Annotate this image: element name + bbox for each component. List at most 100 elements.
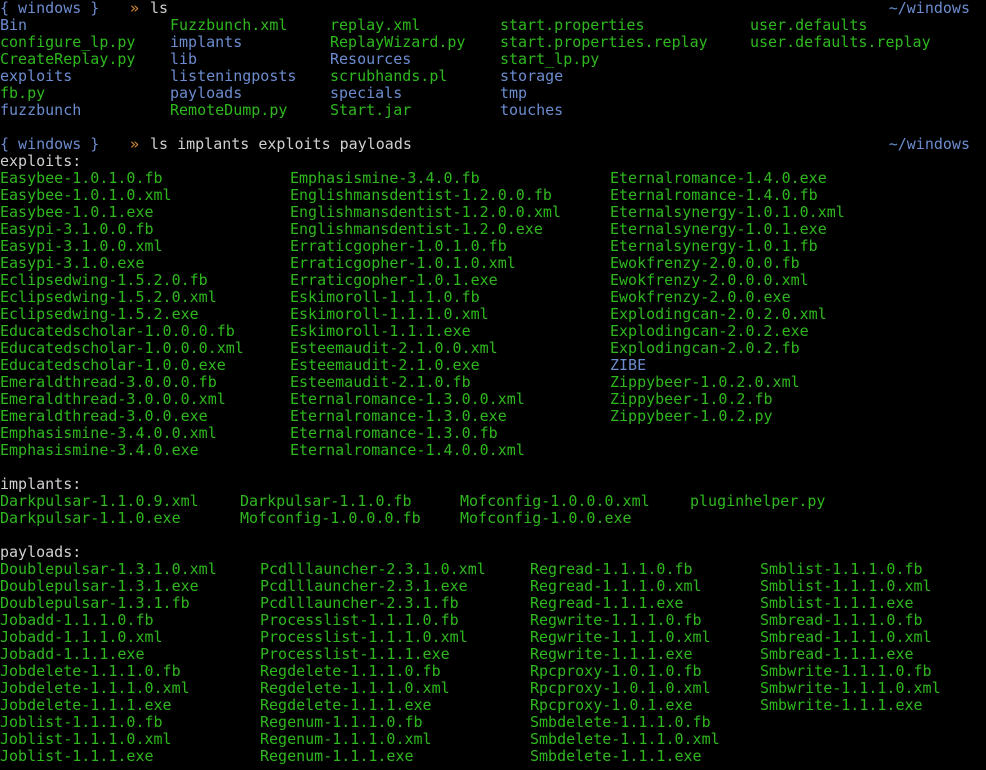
file-entry: Eclipsedwing-1.5.2.exe xyxy=(0,305,199,323)
file-entry: Englishmansdentist-1.2.0.0.xml xyxy=(290,203,561,221)
file-entry: Darkpulsar-1.1.0.exe xyxy=(0,509,181,527)
directory-entry: payloads xyxy=(170,84,243,102)
directory-entry: listeningposts xyxy=(170,67,297,85)
list-row: Joblist-1.1.1.exe Regenum-1.1.1.exe Smbdel… xyxy=(0,748,986,765)
file-entry: Emeraldthread-3.0.0.exe xyxy=(0,407,208,425)
file-entry: start.properties xyxy=(500,16,645,34)
file-entry: Regwrite-1.1.1.0.xml xyxy=(530,628,711,646)
list-row: Doublepulsar-1.3.1.exe Pcdlllauncher-2.3.… xyxy=(0,578,986,595)
list-row: Easypi-3.1.0.0.xml Erraticgopher-1.0.1.0.… xyxy=(0,238,986,255)
prompt-line: { windows } » ls ~/windows xyxy=(0,0,986,17)
file-entry: Smblist-1.1.1.exe xyxy=(760,594,914,612)
list-row: Emeraldthread-3.0.0.exe Eternalromance-1.… xyxy=(0,408,986,425)
file-entry: Educatedscholar-1.0.0.exe xyxy=(0,356,226,374)
directory-entry: ZIBE xyxy=(610,356,647,374)
file-entry: Smbdelete-1.1.1.0.xml xyxy=(530,730,720,748)
file-entry: Fuzzbunch.xml xyxy=(170,16,288,34)
list-row: Easybee-1.0.1.0.fb Emphasismine-3.4.0.fb E… xyxy=(0,170,986,187)
file-entry: Processlist-1.1.1.exe xyxy=(260,645,450,663)
file-entry: Educatedscholar-1.0.0.0.xml xyxy=(0,339,244,357)
list-row: Emphasismine-3.4.0.exe Eternalromance-1.4… xyxy=(0,442,986,459)
file-entry: Englishmansdentist-1.2.0.exe xyxy=(290,220,543,238)
file-entry: Jobdelete-1.1.1.0.xml xyxy=(0,679,190,697)
file-entry: Easybee-1.0.1.exe xyxy=(0,203,154,221)
prompt-arrow: » xyxy=(130,0,140,17)
list-row: Jobdelete-1.1.1.exe Regdelete-1.1.1.exe Rp… xyxy=(0,697,986,714)
file-entry: Erraticgopher-1.0.1.exe xyxy=(290,271,498,289)
file-entry: Jobdelete-1.1.1.exe xyxy=(0,696,172,714)
list-row: configure_lp.py implants ReplayWizard.py st… xyxy=(0,34,986,51)
directory-entry: storage xyxy=(500,67,564,85)
list-row: Darkpulsar-1.1.0.9.xml Darkpulsar-1.1.0.f… xyxy=(0,493,986,510)
file-entry: Zippybeer-1.0.2.py xyxy=(610,407,773,425)
file-entry: Joblist-1.1.1.0.fb xyxy=(0,713,163,731)
file-entry: user.defaults xyxy=(750,16,868,34)
directory-entry: Resources xyxy=(330,50,412,68)
file-entry: Eclipsedwing-1.5.2.0.xml xyxy=(0,288,217,306)
file-entry: start.properties.replay xyxy=(500,33,708,51)
prompt-context: { windows } xyxy=(0,135,100,153)
file-entry: replay.xml xyxy=(330,16,421,34)
file-entry: Pcdlllauncher-2.3.1.0.xml xyxy=(260,560,486,578)
list-row: Educatedscholar-1.0.0.0.xml Esteemaudit-2… xyxy=(0,340,986,357)
file-entry: Rpcproxy-1.0.1.exe xyxy=(530,696,693,714)
list-row: Eclipsedwing-1.5.2.exe Eskimoroll-1.1.1.0… xyxy=(0,306,986,323)
list-row: Eclipsedwing-1.5.2.0.xml Eskimoroll-1.1.1… xyxy=(0,289,986,306)
file-entry: Smbdelete-1.1.1.exe xyxy=(530,747,702,765)
file-entry: Emphasismine-3.4.0.0.xml xyxy=(0,424,217,442)
prompt-line: { windows } » ls implants exploits paylo… xyxy=(0,136,986,153)
file-entry: Regread-1.1.1.0.xml xyxy=(530,577,702,595)
file-entry: Ewokfrenzy-2.0.0.exe xyxy=(610,288,791,306)
file-entry: Smblist-1.1.1.0.xml xyxy=(760,577,932,595)
section-header-implants: implants: xyxy=(0,475,82,493)
file-entry: Rpcproxy-1.0.1.0.fb xyxy=(530,662,702,680)
list-row: Doublepulsar-1.3.1.0.xml Pcdlllauncher-2.… xyxy=(0,561,986,578)
file-entry: Eternalromance-1.3.0.fb xyxy=(290,424,498,442)
command-text: ls implants exploits payloads xyxy=(150,135,412,153)
file-entry: Pcdlllauncher-2.3.1.fb xyxy=(260,594,459,612)
file-entry: Esteemaudit-2.1.0.0.xml xyxy=(290,339,498,357)
file-entry: Jobadd-1.1.1.0.xml xyxy=(0,628,163,646)
file-entry: Joblist-1.1.1.0.xml xyxy=(0,730,172,748)
ls-root-listing: Bin Fuzzbunch.xml replay.xml start.properti… xyxy=(0,17,986,119)
implants-listing: Darkpulsar-1.1.0.9.xml Darkpulsar-1.1.0.f… xyxy=(0,493,986,527)
list-row: Educatedscholar-1.0.0.0.fb Eskimoroll-1.1… xyxy=(0,323,986,340)
directory-entry: lib xyxy=(170,50,198,68)
file-entry: Regread-1.1.1.exe xyxy=(530,594,684,612)
prompt-context: { windows } xyxy=(0,0,100,17)
command-text: ls xyxy=(150,0,169,17)
file-entry: Easypi-3.1.0.0.xml xyxy=(0,237,163,255)
file-entry: Mofconfig-1.0.0.0.fb xyxy=(240,509,421,527)
file-entry: Eternalromance-1.4.0.fb xyxy=(610,186,818,204)
file-entry: Regdelete-1.1.1.exe xyxy=(260,696,432,714)
file-entry: Doublepulsar-1.3.1.exe xyxy=(0,577,199,595)
file-entry: Explodingcan-2.0.2.fb xyxy=(610,339,800,357)
terminal-window[interactable]: { windows } » ls ~/windows Bin Fuzzbunch.… xyxy=(0,0,986,770)
file-entry: Jobadd-1.1.1.exe xyxy=(0,645,145,663)
file-entry: Ewokfrenzy-2.0.0.0.fb xyxy=(610,254,800,272)
file-entry: Start.jar xyxy=(330,101,412,119)
file-entry: Eternalromance-1.3.0.0.xml xyxy=(290,390,525,408)
list-row: Joblist-1.1.1.0.xml Regenum-1.1.1.0.xml Sm… xyxy=(0,731,986,748)
file-entry: Regenum-1.1.1.0.fb xyxy=(260,713,423,731)
file-entry: Darkpulsar-1.1.0.9.xml xyxy=(0,492,199,510)
list-row: Jobdelete-1.1.1.0.fb Regdelete-1.1.1.0.fb… xyxy=(0,663,986,680)
file-entry: Easybee-1.0.1.0.fb xyxy=(0,169,163,187)
file-entry: Erraticgopher-1.0.1.0.fb xyxy=(290,237,507,255)
file-entry: Englishmansdentist-1.2.0.0.fb xyxy=(290,186,552,204)
file-entry: Ewokfrenzy-2.0.0.0.xml xyxy=(610,271,809,289)
file-entry: Emeraldthread-3.0.0.0.fb xyxy=(0,373,217,391)
file-entry: Eternalsynergy-1.0.1.exe xyxy=(610,220,827,238)
exploits-listing: Easybee-1.0.1.0.fb Emphasismine-3.4.0.fb E… xyxy=(0,170,986,459)
file-entry: pluginhelper.py xyxy=(690,492,826,510)
list-row: Jobadd-1.1.1.0.xml Processlist-1.1.1.0.xm… xyxy=(0,629,986,646)
file-entry: Explodingcan-2.0.2.exe xyxy=(610,322,809,340)
prompt-cwd: ~/windows xyxy=(888,0,970,17)
file-entry: Zippybeer-1.0.2.0.xml xyxy=(610,373,800,391)
file-entry: Zippybeer-1.0.2.fb xyxy=(610,390,773,408)
file-entry: CreateReplay.py xyxy=(0,50,136,68)
list-row: Eclipsedwing-1.5.2.0.fb Erraticgopher-1.0… xyxy=(0,272,986,289)
file-entry: fb.py xyxy=(0,84,46,102)
